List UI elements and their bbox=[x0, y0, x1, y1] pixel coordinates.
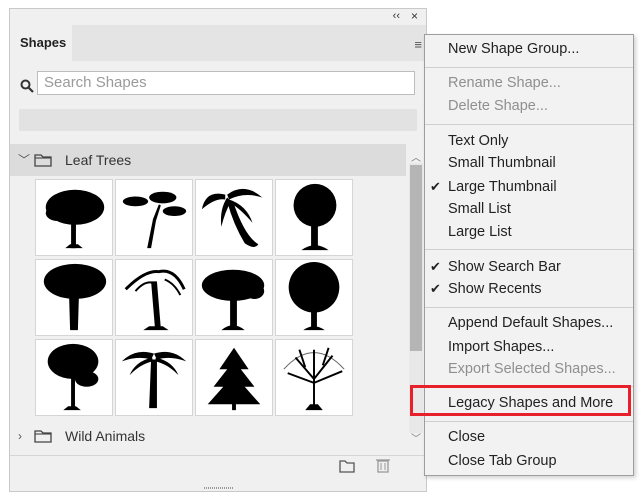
shape-thumbnail[interactable] bbox=[275, 179, 353, 256]
double-chevron-left-icon[interactable]: ‹‹ bbox=[393, 10, 400, 22]
menu-item-delete-shape[interactable]: Delete Shape... bbox=[448, 98, 548, 114]
shape-thumbnail[interactable] bbox=[115, 259, 193, 336]
group-leaf-trees[interactable]: ﹀ Leaf Trees bbox=[10, 144, 406, 176]
menu-item-large-thumbnail[interactable]: Large Thumbnail bbox=[448, 179, 557, 195]
shape-thumbnail[interactable] bbox=[35, 339, 113, 416]
tab-shapes[interactable]: Shapes bbox=[10, 25, 72, 61]
menu-item-new-shape-group[interactable]: New Shape Group... bbox=[448, 41, 579, 57]
new-folder-icon[interactable] bbox=[339, 459, 355, 473]
search-input[interactable]: Search Shapes bbox=[37, 71, 415, 95]
tab-bar: Shapes ≡ bbox=[10, 25, 426, 61]
menu-item-show-search-bar[interactable]: Show Search Bar bbox=[448, 259, 561, 275]
group-label: Leaf Trees bbox=[65, 152, 132, 168]
shape-thumbnail[interactable] bbox=[195, 179, 273, 256]
group-wild-animals[interactable]: › Wild Animals bbox=[10, 420, 406, 452]
panel-title-strip: ‹‹ × bbox=[10, 9, 426, 25]
menu-item-small-thumbnail[interactable]: Small Thumbnail bbox=[448, 155, 556, 171]
scroll-down-icon[interactable]: ﹀ bbox=[411, 430, 421, 445]
menu-item-large-list[interactable]: Large List bbox=[448, 224, 512, 240]
menu-separator bbox=[425, 124, 633, 125]
shapes-panel: ‹‹ × Shapes ≡ Search Shapes ﹀ Leaf Trees bbox=[9, 8, 427, 492]
tree-shape-icon bbox=[47, 343, 99, 411]
recents-bar bbox=[19, 109, 417, 131]
menu-separator bbox=[425, 421, 633, 422]
search-icon bbox=[20, 79, 34, 93]
chevron-down-icon[interactable]: ﹀ bbox=[18, 144, 30, 176]
menu-item-text-only[interactable]: Text Only bbox=[448, 133, 508, 149]
group-label: Wild Animals bbox=[65, 428, 146, 444]
menu-item-rename-shape[interactable]: Rename Shape... bbox=[448, 75, 561, 91]
tree-shape-icon bbox=[293, 183, 337, 251]
bare-tree-shape-icon bbox=[283, 347, 345, 411]
menu-item-import-shapes[interactable]: Import Shapes... bbox=[448, 339, 554, 355]
shape-thumbnail[interactable] bbox=[35, 179, 113, 256]
tree-shape-icon bbox=[288, 261, 340, 331]
shape-thumbnail[interactable] bbox=[195, 339, 273, 416]
checkmark-icon: ✔ bbox=[430, 179, 441, 194]
palm-tree-shape-icon bbox=[201, 188, 263, 247]
menu-separator bbox=[425, 67, 633, 68]
hamburger-icon[interactable]: ≡ bbox=[414, 37, 422, 52]
highlight-box bbox=[410, 385, 631, 416]
resize-grip[interactable] bbox=[204, 486, 234, 490]
checkmark-icon: ✔ bbox=[430, 259, 441, 274]
tree-shape-icon bbox=[124, 269, 186, 331]
footer-divider bbox=[10, 455, 426, 456]
tree-shape-icon bbox=[201, 269, 265, 331]
trash-icon[interactable] bbox=[376, 457, 390, 473]
tree-shape-icon bbox=[122, 191, 187, 249]
pine-tree-shape-icon bbox=[207, 347, 261, 411]
scroll-up-icon[interactable]: ︿ bbox=[411, 149, 421, 164]
scrollbar-thumb[interactable] bbox=[410, 165, 422, 351]
shape-grid bbox=[35, 179, 357, 418]
menu-item-show-recents[interactable]: Show Recents bbox=[448, 281, 542, 297]
folder-icon bbox=[34, 430, 52, 443]
menu-item-export-selected-shapes[interactable]: Export Selected Shapes... bbox=[448, 361, 616, 377]
menu-item-append-default-shapes[interactable]: Append Default Shapes... bbox=[448, 315, 613, 331]
shape-thumbnail[interactable] bbox=[115, 339, 193, 416]
shape-thumbnail[interactable] bbox=[275, 259, 353, 336]
menu-item-small-list[interactable]: Small List bbox=[448, 201, 511, 217]
shape-thumbnail[interactable] bbox=[115, 179, 193, 256]
tree-shape-icon bbox=[43, 263, 107, 331]
menu-item-close[interactable]: Close bbox=[448, 429, 485, 445]
shape-thumbnail[interactable] bbox=[275, 339, 353, 416]
close-icon[interactable]: × bbox=[411, 9, 418, 23]
folder-icon bbox=[34, 154, 52, 167]
tree-shape-icon bbox=[45, 189, 105, 249]
palm-tree-shape-icon bbox=[121, 351, 187, 409]
menu-separator bbox=[425, 249, 633, 250]
checkmark-icon: ✔ bbox=[430, 281, 441, 296]
chevron-right-icon[interactable]: › bbox=[18, 420, 22, 452]
shape-thumbnail[interactable] bbox=[195, 259, 273, 336]
shape-thumbnail[interactable] bbox=[35, 259, 113, 336]
menu-item-close-tab-group[interactable]: Close Tab Group bbox=[448, 453, 557, 469]
menu-separator bbox=[425, 307, 633, 308]
